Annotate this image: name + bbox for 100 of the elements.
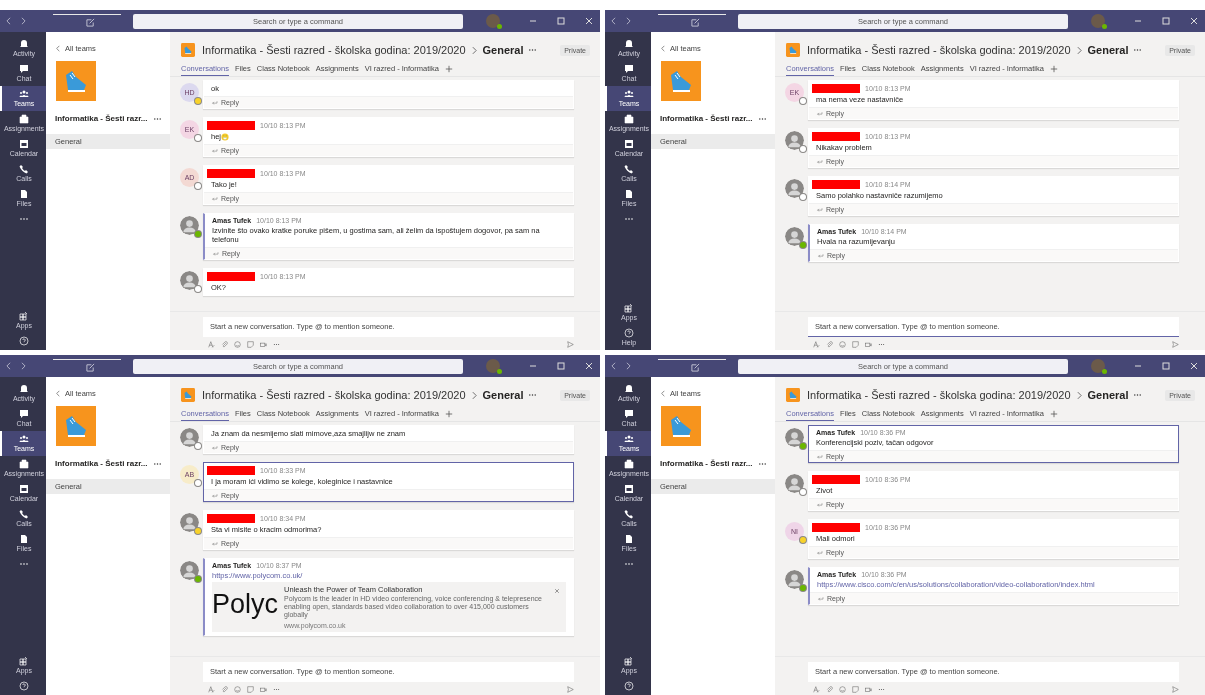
maximize-icon[interactable] <box>1161 361 1171 371</box>
reply-arrow-icon <box>212 251 219 256</box>
phone-icon <box>624 509 634 519</box>
more-icon[interactable] <box>878 341 885 348</box>
send-icon[interactable] <box>567 686 574 693</box>
chevron-left-icon <box>661 45 665 52</box>
compose-icon[interactable] <box>53 358 121 374</box>
calendar-icon <box>624 484 634 494</box>
more-icon[interactable] <box>878 686 885 693</box>
team-title: Informatika - Šesti razred - školska godina: 2019/2020 <box>202 389 466 401</box>
sticker-icon[interactable] <box>852 341 859 348</box>
user-avatar[interactable] <box>1091 14 1105 28</box>
chat-icon <box>624 64 634 74</box>
video-camera-icon[interactable] <box>865 686 872 693</box>
avatar-silhouette-icon <box>785 179 804 198</box>
more-options-icon[interactable] <box>153 461 163 466</box>
compose-icon[interactable] <box>658 13 726 29</box>
team-logo-icon <box>181 388 195 402</box>
chevron-left-icon <box>661 390 665 397</box>
format-icon[interactable] <box>208 341 215 348</box>
channel-title: General <box>482 44 524 56</box>
help-icon <box>19 681 29 691</box>
apps-icon <box>19 311 29 321</box>
more-icon[interactable] <box>273 341 280 348</box>
apps-icon <box>624 656 634 666</box>
avatar-silhouette-icon <box>180 428 199 447</box>
reply-arrow-icon <box>816 159 823 164</box>
file-icon <box>624 534 634 544</box>
more-options-icon[interactable] <box>1132 393 1142 397</box>
attach-icon[interactable] <box>221 686 228 693</box>
reply-arrow-icon <box>211 148 218 153</box>
compose-icon[interactable] <box>53 13 121 29</box>
video-camera-icon[interactable] <box>260 686 267 693</box>
emoji-icon[interactable] <box>839 341 846 348</box>
chevron-left-icon <box>56 390 60 397</box>
user-avatar[interactable] <box>486 14 500 28</box>
bell-icon <box>624 384 634 394</box>
close-icon[interactable] <box>554 588 560 594</box>
team-title: Informatika - Šesti razred - školska godina: 2019/2020 <box>202 44 466 56</box>
team-title: Informatika - Šesti razred - školska godina: 2019/2020 <box>807 44 1071 56</box>
chevron-left-icon <box>56 45 60 52</box>
bell-icon <box>624 39 634 49</box>
maximize-icon[interactable] <box>556 361 566 371</box>
user-avatar[interactable] <box>486 359 500 373</box>
maximize-icon[interactable] <box>1161 16 1171 26</box>
emoji-icon[interactable] <box>839 686 846 693</box>
add-tab-icon[interactable] <box>1049 65 1058 73</box>
format-icon[interactable] <box>813 341 820 348</box>
avatar-silhouette-icon <box>180 513 199 532</box>
chevron-right-icon <box>471 45 477 55</box>
attach-icon[interactable] <box>826 686 833 693</box>
video-camera-icon[interactable] <box>260 341 267 348</box>
add-tab-icon[interactable] <box>1049 410 1058 418</box>
user-avatar[interactable] <box>1091 359 1105 373</box>
more-options-icon[interactable] <box>527 393 537 397</box>
avatar-silhouette-icon <box>785 227 804 246</box>
more-icon[interactable] <box>273 686 280 693</box>
emoji-icon[interactable] <box>234 341 241 348</box>
send-icon[interactable] <box>1172 686 1179 693</box>
phone-icon <box>19 509 29 519</box>
more-options-icon[interactable] <box>758 461 768 466</box>
send-icon[interactable] <box>1172 341 1179 348</box>
team-name: Informatika - Šesti razr... <box>55 114 148 123</box>
compose-icon[interactable] <box>658 358 726 374</box>
file-icon <box>19 189 29 199</box>
reply-arrow-icon <box>816 111 823 116</box>
emoji-icon[interactable] <box>234 686 241 693</box>
more-options-icon[interactable] <box>153 116 163 121</box>
bell-icon <box>19 39 29 49</box>
maximize-icon[interactable] <box>556 16 566 26</box>
format-icon[interactable] <box>813 686 820 693</box>
attach-icon[interactable] <box>221 341 228 348</box>
channel-title: General <box>1087 389 1129 401</box>
format-icon[interactable] <box>208 686 215 693</box>
sticker-icon[interactable] <box>247 686 254 693</box>
avatar-silhouette-icon <box>785 474 804 493</box>
file-icon <box>624 189 634 199</box>
more-options-icon[interactable] <box>527 48 537 52</box>
team-logo-icon <box>181 43 195 57</box>
more-options-icon[interactable] <box>1132 48 1142 52</box>
team-title: Informatika - Šesti razred - školska godina: 2019/2020 <box>807 389 1071 401</box>
team-logo-icon <box>661 61 701 101</box>
send-icon[interactable] <box>567 341 574 348</box>
channel-title: General <box>1087 44 1129 56</box>
add-tab-icon[interactable] <box>444 65 453 73</box>
people-icon <box>19 89 29 99</box>
sticker-icon[interactable] <box>852 686 859 693</box>
add-tab-icon[interactable] <box>444 410 453 418</box>
bell-icon <box>19 384 29 394</box>
team-name: Informatika - Šesti razr... <box>660 459 753 468</box>
apps-icon <box>19 656 29 666</box>
avatar-silhouette-icon <box>785 570 804 589</box>
reply-arrow-icon <box>817 596 824 601</box>
team-logo-icon <box>56 406 96 446</box>
reply-arrow-icon <box>816 454 823 459</box>
video-camera-icon[interactable] <box>865 341 872 348</box>
reply-arrow-icon <box>211 541 218 546</box>
attach-icon[interactable] <box>826 341 833 348</box>
more-options-icon[interactable] <box>758 116 768 121</box>
sticker-icon[interactable] <box>247 341 254 348</box>
